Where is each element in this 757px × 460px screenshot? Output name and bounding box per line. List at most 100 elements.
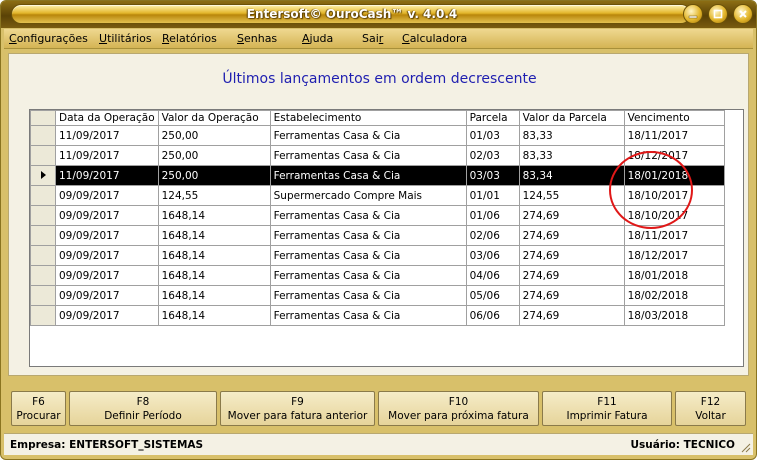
- column-header[interactable]: Parcela: [465, 110, 520, 126]
- row-indicator[interactable]: [30, 145, 56, 166]
- table-cell[interactable]: 18/03/2018: [623, 305, 725, 326]
- maximize-button[interactable]: [708, 4, 728, 24]
- table-cell[interactable]: 06/06: [465, 305, 520, 326]
- table-cell[interactable]: Ferramentas Casa & Cia: [269, 305, 467, 326]
- column-header[interactable]: Valor da Parcela: [518, 110, 625, 126]
- table-cell[interactable]: 02/06: [465, 225, 520, 246]
- table-cell[interactable]: 274,69: [518, 265, 625, 286]
- table-cell[interactable]: 83,34: [518, 165, 625, 186]
- table-cell[interactable]: 11/09/2017: [55, 125, 159, 146]
- table-cell[interactable]: 05/06: [465, 285, 520, 306]
- table-cell[interactable]: 09/09/2017: [55, 225, 159, 246]
- table-cell[interactable]: 274,69: [518, 245, 625, 266]
- table-cell[interactable]: 01/06: [465, 205, 520, 226]
- table-cell[interactable]: 18/01/2018: [623, 265, 725, 286]
- row-indicator[interactable]: [30, 185, 56, 206]
- menu-sair[interactable]: Sair: [362, 32, 383, 45]
- transactions-grid[interactable]: Data da Operação Valor da Operação Estab…: [29, 109, 744, 367]
- table-cell[interactable]: 18/02/2018: [623, 285, 725, 306]
- column-header[interactable]: Valor da Operação: [157, 110, 271, 126]
- table-row[interactable]: 11/09/2017 250,00 Ferramentas Casa & Cia 02…: [30, 145, 725, 166]
- table-cell[interactable]: 18/10/2017: [623, 185, 725, 206]
- table-cell[interactable]: 83,33: [518, 125, 625, 146]
- table-row[interactable]: 09/09/2017 1648,14 Ferramentas Casa & Cia 0…: [30, 285, 725, 306]
- menu-relatorios[interactable]: Relatórios: [162, 32, 217, 45]
- table-row[interactable]: 09/09/2017 1648,14 Ferramentas Casa & Cia 0…: [30, 245, 725, 266]
- row-indicator[interactable]: [30, 285, 56, 306]
- table-cell[interactable]: 1648,14: [157, 285, 271, 306]
- table-cell[interactable]: 1648,14: [157, 305, 271, 326]
- table-cell[interactable]: 1648,14: [157, 225, 271, 246]
- table-cell[interactable]: Ferramentas Casa & Cia: [269, 265, 467, 286]
- table-cell[interactable]: 18/01/2018: [623, 165, 725, 186]
- table-cell[interactable]: 83,33: [518, 145, 625, 166]
- table-cell[interactable]: 18/11/2017: [623, 125, 725, 146]
- mover-proxima-fatura-button[interactable]: F10 Mover para próxima fatura: [378, 391, 539, 426]
- mover-fatura-anterior-button[interactable]: F9 Mover para fatura anterior: [220, 391, 375, 426]
- imprimir-fatura-button[interactable]: F11 Imprimir Fatura: [542, 391, 672, 426]
- table-row[interactable]: 09/09/2017 1648,14 Ferramentas Casa & Cia 0…: [30, 225, 725, 246]
- menu-utilitarios[interactable]: Utilitários: [99, 32, 152, 45]
- menu-senhas[interactable]: Senhas: [237, 32, 277, 45]
- table-cell[interactable]: 03/06: [465, 245, 520, 266]
- table-cell[interactable]: Ferramentas Casa & Cia: [269, 145, 467, 166]
- table-cell[interactable]: 1648,14: [157, 205, 271, 226]
- table-cell[interactable]: 124,55: [518, 185, 625, 206]
- row-indicator[interactable]: [30, 265, 56, 286]
- table-cell[interactable]: 274,69: [518, 285, 625, 306]
- column-header[interactable]: Estabelecimento: [269, 110, 467, 126]
- table-row[interactable]: 09/09/2017 124,55 Supermercado Compre Mais…: [30, 185, 725, 206]
- title-bar[interactable]: Entersoft© OuroCash™ v. 4.0.4: [1, 1, 756, 28]
- table-cell[interactable]: 11/09/2017: [55, 165, 159, 186]
- table-cell[interactable]: 274,69: [518, 205, 625, 226]
- column-header[interactable]: Vencimento: [623, 110, 725, 126]
- column-header[interactable]: Data da Operação: [55, 110, 159, 126]
- table-cell[interactable]: 09/09/2017: [55, 265, 159, 286]
- menu-ajuda[interactable]: Ajuda: [302, 32, 333, 45]
- table-cell[interactable]: Ferramentas Casa & Cia: [269, 165, 467, 186]
- row-indicator[interactable]: [30, 305, 56, 326]
- procurar-button[interactable]: F6 Procurar: [11, 391, 66, 426]
- table-row[interactable]: 11/09/2017 250,00 Ferramentas Casa & Cia 01…: [30, 125, 725, 146]
- table-cell[interactable]: 03/03: [465, 165, 520, 186]
- table-cell[interactable]: 18/12/2017: [623, 145, 725, 166]
- table-cell[interactable]: Ferramentas Casa & Cia: [269, 205, 467, 226]
- close-button[interactable]: [733, 4, 753, 24]
- table-cell[interactable]: 04/06: [465, 265, 520, 286]
- table-cell[interactable]: 18/12/2017: [623, 245, 725, 266]
- definir-periodo-button[interactable]: F8 Definir Período: [69, 391, 217, 426]
- table-cell[interactable]: 18/11/2017: [623, 225, 725, 246]
- row-indicator[interactable]: [30, 205, 56, 226]
- row-indicator[interactable]: [30, 245, 56, 266]
- table-cell[interactable]: Ferramentas Casa & Cia: [269, 125, 467, 146]
- table-row[interactable]: 09/09/2017 1648,14 Ferramentas Casa & Cia 0…: [30, 265, 725, 286]
- voltar-button[interactable]: F12 Voltar: [675, 391, 746, 426]
- table-cell[interactable]: 18/10/2017: [623, 205, 725, 226]
- row-indicator[interactable]: [30, 165, 56, 186]
- table-cell[interactable]: 250,00: [157, 125, 271, 146]
- table-cell[interactable]: 09/09/2017: [55, 285, 159, 306]
- table-cell[interactable]: Supermercado Compre Mais: [269, 185, 467, 206]
- table-row[interactable]: 09/09/2017 1648,14 Ferramentas Casa & Cia 0…: [30, 205, 725, 226]
- table-cell[interactable]: 02/03: [465, 145, 520, 166]
- table-cell[interactable]: 09/09/2017: [55, 245, 159, 266]
- table-cell[interactable]: 09/09/2017: [55, 205, 159, 226]
- table-cell[interactable]: 01/01: [465, 185, 520, 206]
- table-cell[interactable]: 250,00: [157, 145, 271, 166]
- table-cell[interactable]: 250,00: [157, 165, 271, 186]
- table-row[interactable]: 09/09/2017 1648,14 Ferramentas Casa & Cia 0…: [30, 305, 725, 326]
- table-cell[interactable]: 124,55: [157, 185, 271, 206]
- menu-configuracoes[interactable]: Configurações: [9, 32, 88, 45]
- row-indicator[interactable]: [30, 125, 56, 146]
- table-row[interactable]: 11/09/2017 250,00 Ferramentas Casa & Cia 03…: [30, 165, 725, 186]
- table-cell[interactable]: 09/09/2017: [55, 185, 159, 206]
- table-cell[interactable]: 274,69: [518, 225, 625, 246]
- resize-grip-icon[interactable]: [740, 442, 751, 453]
- table-cell[interactable]: 01/03: [465, 125, 520, 146]
- table-cell[interactable]: Ferramentas Casa & Cia: [269, 285, 467, 306]
- table-cell[interactable]: Ferramentas Casa & Cia: [269, 225, 467, 246]
- table-cell[interactable]: 1648,14: [157, 265, 271, 286]
- row-indicator[interactable]: [30, 225, 56, 246]
- table-cell[interactable]: 274,69: [518, 305, 625, 326]
- table-cell[interactable]: 09/09/2017: [55, 305, 159, 326]
